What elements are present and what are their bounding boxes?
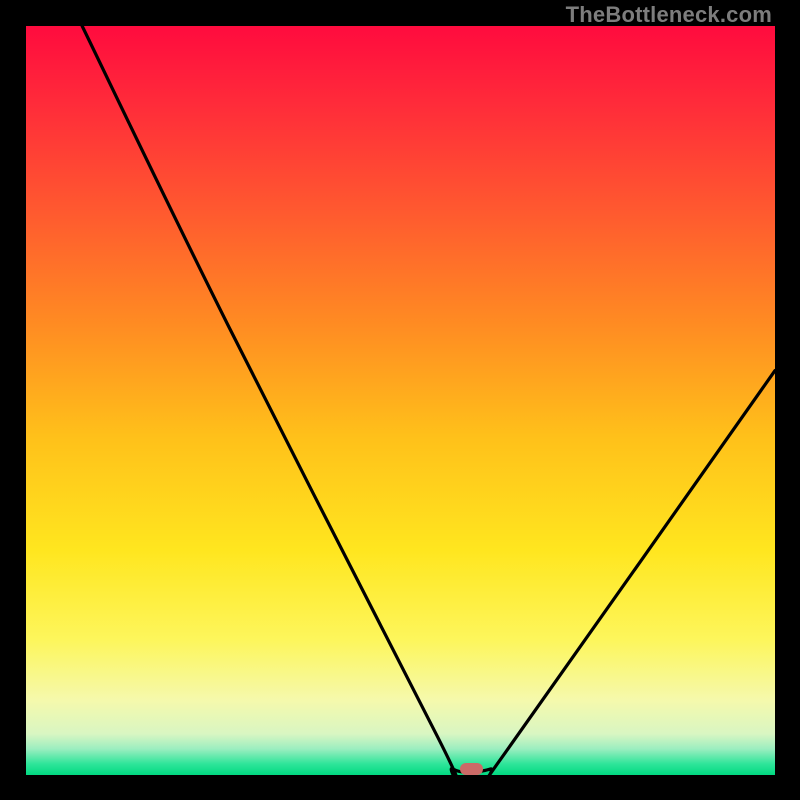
plot-area <box>26 26 775 775</box>
chart-frame: TheBottleneck.com <box>0 0 800 800</box>
watermark-text: TheBottleneck.com <box>566 2 772 28</box>
background-gradient <box>26 26 775 775</box>
optimal-marker <box>460 763 483 775</box>
